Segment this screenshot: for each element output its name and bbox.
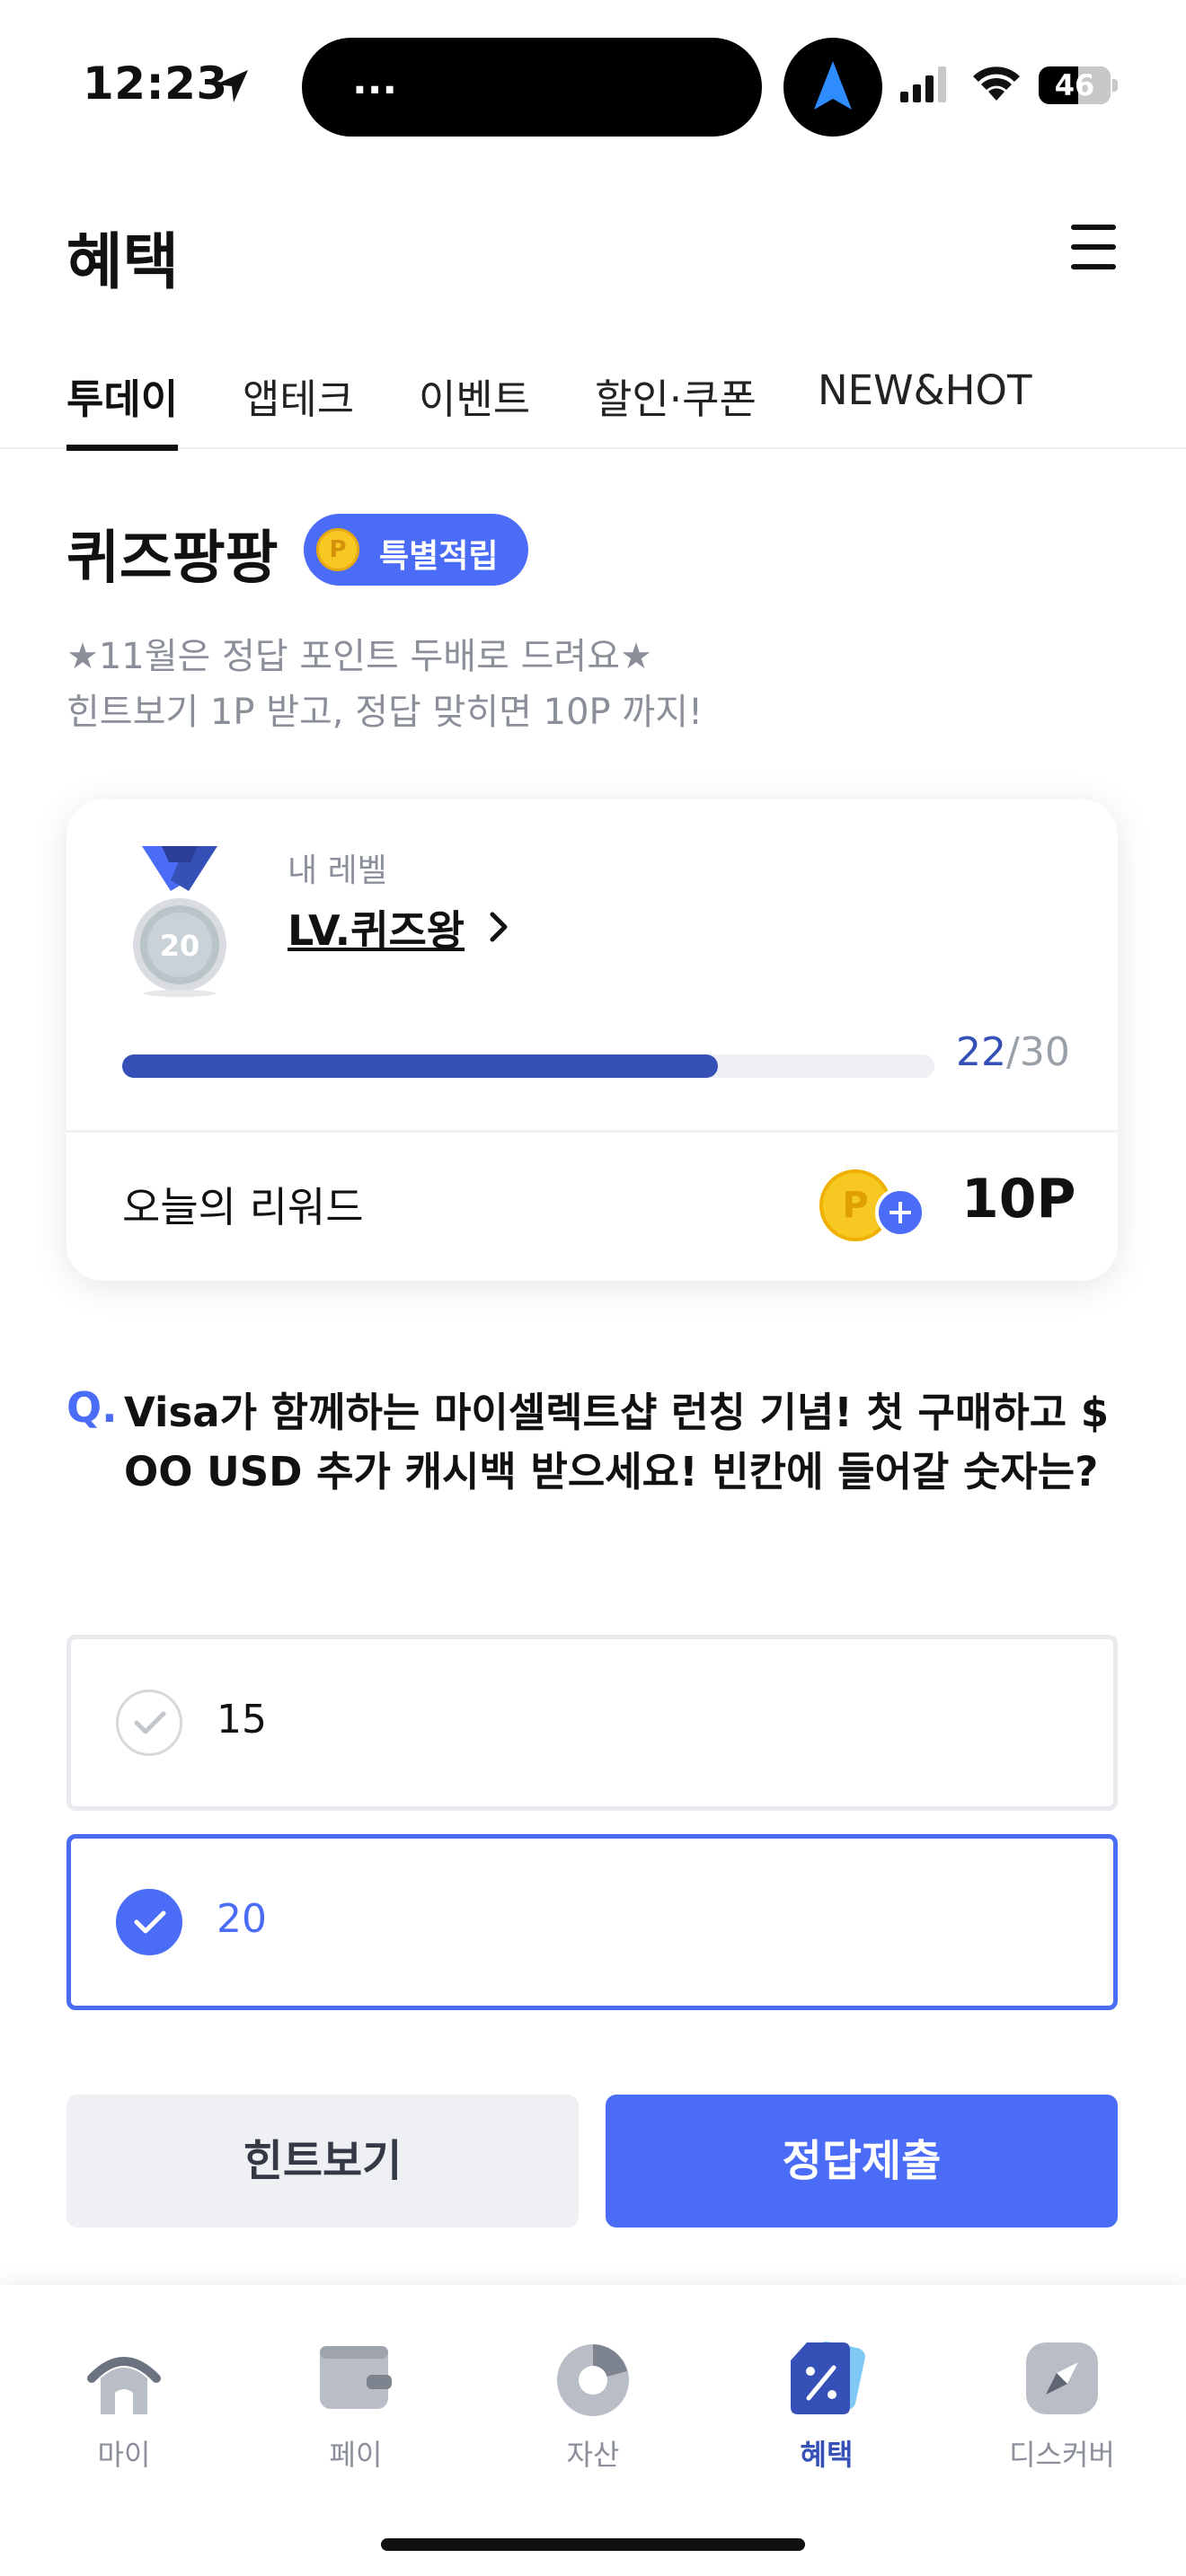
tab-new-hot[interactable]: NEW&HOT <box>818 366 1031 449</box>
hint-button[interactable]: 힌트보기 <box>66 2095 579 2228</box>
quiz-subtitle: ★11월은 정답 포인트 두배로 드려요★ 힌트보기 1P 받고, 정답 맞히면… <box>66 629 703 740</box>
progress-current: 22 <box>956 1029 1006 1075</box>
level-progress-text: 22/30 <box>956 1029 1070 1075</box>
battery-level: 46 <box>1054 68 1095 102</box>
card-divider <box>66 1130 1118 1133</box>
nav-label: 혜택 <box>800 2438 854 2472</box>
compass-icon <box>1026 2342 1098 2414</box>
benefit-tag-icon <box>791 2342 865 2414</box>
pie-chart-icon <box>557 2344 629 2416</box>
answer-option-2[interactable]: 20 <box>66 1834 1118 2010</box>
check-circle-icon[interactable] <box>116 1889 182 1955</box>
level-progress-bar <box>122 1054 934 1078</box>
answer-option-1[interactable]: 15 <box>66 1635 1118 1811</box>
dynamic-island: ... <box>302 38 762 137</box>
navigation-arrow-icon <box>814 61 852 110</box>
special-points-badge: P 특별적립 <box>304 514 528 586</box>
medal-number: 20 <box>160 929 200 963</box>
island-navigation <box>783 38 882 137</box>
progress-total: /30 <box>1006 1029 1070 1075</box>
home-icon <box>87 2357 161 2414</box>
wallet-icon <box>320 2346 392 2409</box>
answer-option-label: 20 <box>217 1896 267 1942</box>
question-mark-label: Q. <box>66 1383 118 1432</box>
location-arrow-icon <box>216 70 248 102</box>
nav-label: 마이 <box>97 2438 151 2472</box>
home-indicator <box>381 2538 805 2551</box>
submit-answer-button[interactable]: 정답제출 <box>606 2095 1118 2228</box>
badge-label: 특별적립 <box>379 538 499 575</box>
level-name-link[interactable]: LV.퀴즈왕 <box>288 898 465 957</box>
chevron-right-icon[interactable] <box>485 909 512 945</box>
island-text: ... <box>352 57 398 103</box>
nav-item-pay[interactable]: 페이 <box>266 2339 446 2483</box>
coin-icon: P <box>316 528 359 571</box>
status-bar: 12:23 ... 46 <box>0 0 1186 171</box>
nav-item-assets[interactable]: 자산 <box>503 2339 683 2483</box>
reward-label: 오늘의 리워드 <box>122 1183 364 1231</box>
medal-icon: 20 <box>133 846 226 997</box>
tab-event[interactable]: 이벤트 <box>419 366 530 449</box>
answer-option-label: 15 <box>217 1697 267 1742</box>
subtitle-line-2: 힌트보기 1P 받고, 정답 맞히면 10P 까지! <box>66 692 704 733</box>
question-text: Visa가 함께하는 마이셀렉트샵 런칭 기념! 첫 구매하고 $ OO USD… <box>124 1389 1110 1495</box>
level-card: 20 내 레벨 LV.퀴즈왕 22/30 오늘의 리워드 P 10P <box>66 799 1118 1281</box>
tab-apptech[interactable]: 앱테크 <box>243 366 354 449</box>
wifi-icon <box>973 66 1020 101</box>
status-time: 12:23 <box>83 57 228 110</box>
tab-today[interactable]: 투데이 <box>66 366 179 451</box>
level-progress-fill <box>122 1054 718 1078</box>
nav-label: 디스커버 <box>1009 2438 1115 2472</box>
page-title: 혜택 <box>66 227 180 298</box>
tab-bar: 투데이 앱테크 이벤트 할인·쿠폰 NEW&HOT <box>0 359 1186 451</box>
hamburger-menu-icon[interactable] <box>1071 225 1120 269</box>
check-circle-icon[interactable] <box>116 1689 182 1756</box>
battery-icon: 46 <box>1039 66 1120 104</box>
level-label: 내 레벨 <box>288 852 387 889</box>
plus-icon <box>875 1187 925 1238</box>
nav-item-benefits[interactable]: 혜택 <box>737 2339 916 2483</box>
subtitle-line-1: ★11월은 정답 포인트 두배로 드려요★ <box>66 636 652 677</box>
nav-item-my[interactable]: 마이 <box>34 2339 214 2483</box>
nav-label: 페이 <box>329 2438 383 2472</box>
quiz-title: 퀴즈팡팡 <box>66 525 279 592</box>
tab-discount-coupon[interactable]: 할인·쿠폰 <box>595 366 757 449</box>
nav-label: 자산 <box>566 2438 620 2472</box>
bottom-navigation: 마이 페이 자산 혜택 디스커버 <box>0 2285 1186 2576</box>
reward-value: 10P <box>961 1168 1076 1231</box>
signal-icon <box>900 66 946 102</box>
nav-item-discover[interactable]: 디스커버 <box>972 2339 1152 2483</box>
